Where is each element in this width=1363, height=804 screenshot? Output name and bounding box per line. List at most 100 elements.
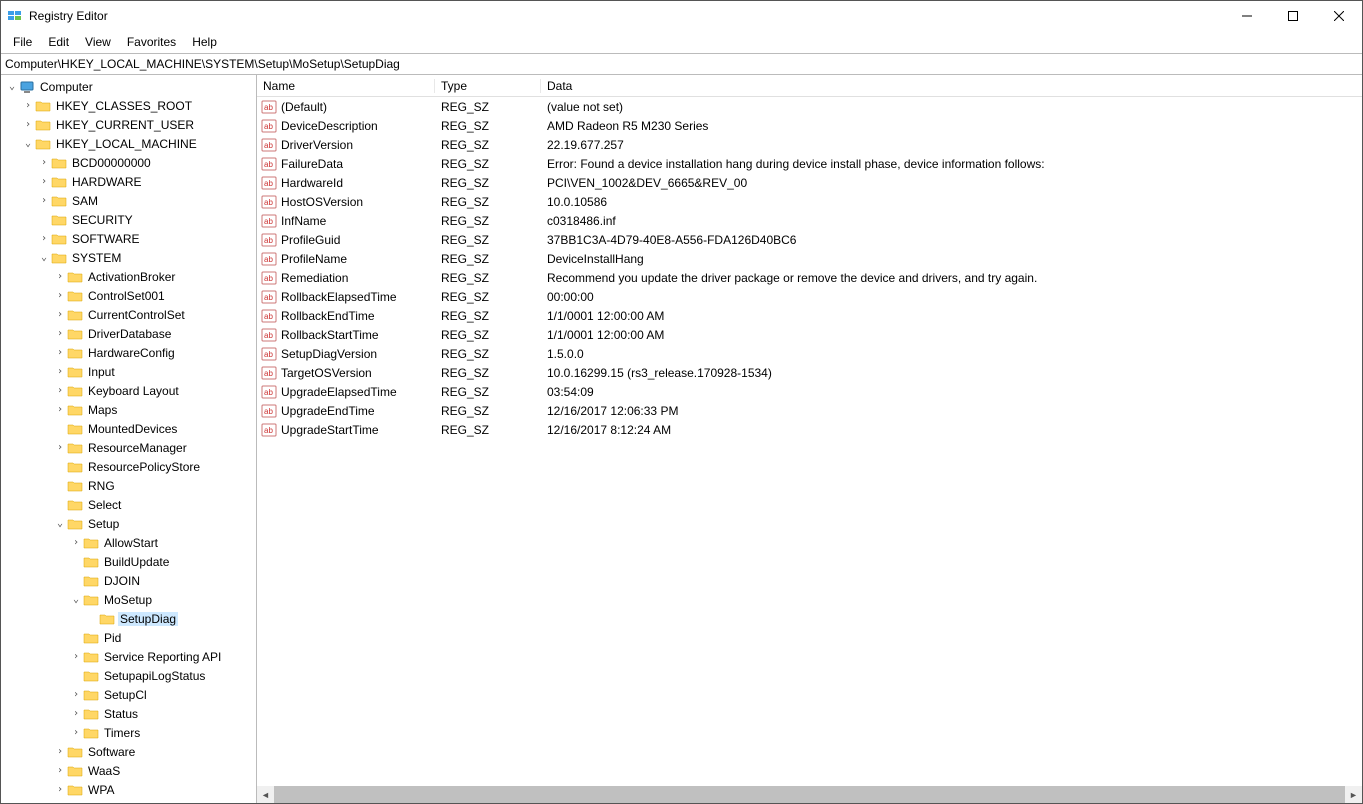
tree-item[interactable]: MountedDevices bbox=[1, 419, 256, 438]
tree-item[interactable]: ›BCD00000000 bbox=[1, 153, 256, 172]
expand-icon[interactable]: › bbox=[53, 271, 67, 282]
value-row[interactable]: abProfileGuidREG_SZ37BB1C3A-4D79-40E8-A5… bbox=[257, 230, 1362, 249]
menu-favorites[interactable]: Favorites bbox=[119, 33, 184, 51]
tree-item[interactable]: ›WPA bbox=[1, 780, 256, 799]
menu-file[interactable]: File bbox=[5, 33, 40, 51]
tree-item[interactable]: ›WaaS bbox=[1, 761, 256, 780]
tree-item[interactable]: ›ControlSet001 bbox=[1, 286, 256, 305]
tree-item[interactable]: ⌄MoSetup bbox=[1, 590, 256, 609]
expand-icon[interactable]: › bbox=[53, 404, 67, 415]
tree-item[interactable]: ›AllowStart bbox=[1, 533, 256, 552]
scrollbar-thumb[interactable] bbox=[274, 786, 1345, 803]
expand-icon[interactable]: › bbox=[53, 309, 67, 320]
expand-icon[interactable]: › bbox=[53, 746, 67, 757]
expand-icon[interactable]: › bbox=[69, 727, 83, 738]
tree-item[interactable]: ›ActivationBroker bbox=[1, 267, 256, 286]
value-row[interactable]: abUpgradeStartTimeREG_SZ12/16/2017 8:12:… bbox=[257, 420, 1362, 439]
column-header-type[interactable]: Type bbox=[435, 79, 541, 93]
menu-view[interactable]: View bbox=[77, 33, 119, 51]
value-row[interactable]: abDriverVersionREG_SZ22.19.677.257 bbox=[257, 135, 1362, 154]
expand-icon[interactable]: › bbox=[53, 290, 67, 301]
close-button[interactable] bbox=[1316, 1, 1362, 31]
tree-item[interactable]: BuildUpdate bbox=[1, 552, 256, 571]
tree-item[interactable]: ›Status bbox=[1, 704, 256, 723]
tree-item[interactable]: ›ResourceManager bbox=[1, 438, 256, 457]
tree-item[interactable]: SECURITY bbox=[1, 210, 256, 229]
tree-item[interactable]: ›Maps bbox=[1, 400, 256, 419]
address-bar[interactable]: Computer\HKEY_LOCAL_MACHINE\SYSTEM\Setup… bbox=[1, 53, 1362, 75]
column-header-data[interactable]: Data bbox=[541, 79, 1362, 93]
value-row[interactable]: abHostOSVersionREG_SZ10.0.10586 bbox=[257, 192, 1362, 211]
tree-item[interactable]: ›HKEY_CLASSES_ROOT bbox=[1, 96, 256, 115]
expand-icon[interactable]: › bbox=[53, 784, 67, 795]
maximize-button[interactable] bbox=[1270, 1, 1316, 31]
tree-item[interactable]: ›HKEY_CURRENT_USER bbox=[1, 115, 256, 134]
value-row[interactable]: abRollbackStartTimeREG_SZ1/1/0001 12:00:… bbox=[257, 325, 1362, 344]
expand-icon[interactable]: › bbox=[21, 100, 35, 111]
collapse-icon[interactable]: ⌄ bbox=[5, 81, 19, 92]
expand-icon[interactable]: › bbox=[37, 157, 51, 168]
collapse-icon[interactable]: ⌄ bbox=[69, 594, 83, 605]
tree-item[interactable]: DJOIN bbox=[1, 571, 256, 590]
tree-item[interactable]: ›SetupCl bbox=[1, 685, 256, 704]
value-row[interactable]: abTargetOSVersionREG_SZ10.0.16299.15 (rs… bbox=[257, 363, 1362, 382]
tree-item[interactable]: ⌄HKEY_LOCAL_MACHINE bbox=[1, 134, 256, 153]
tree-item[interactable]: SetupapiLogStatus bbox=[1, 666, 256, 685]
list-view[interactable]: ab(Default)REG_SZ(value not set)abDevice… bbox=[257, 97, 1362, 786]
tree-view[interactable]: ⌄Computer›HKEY_CLASSES_ROOT›HKEY_CURRENT… bbox=[1, 75, 256, 803]
expand-icon[interactable]: › bbox=[21, 119, 35, 130]
value-row[interactable]: abUpgradeEndTimeREG_SZ12/16/2017 12:06:3… bbox=[257, 401, 1362, 420]
value-row[interactable]: abRollbackElapsedTimeREG_SZ00:00:00 bbox=[257, 287, 1362, 306]
value-row[interactable]: abRemediationREG_SZRecommend you update … bbox=[257, 268, 1362, 287]
tree-item[interactable]: ›Service Reporting API bbox=[1, 647, 256, 666]
tree-item[interactable]: ›SOFTWARE bbox=[1, 229, 256, 248]
expand-icon[interactable]: › bbox=[53, 347, 67, 358]
menu-edit[interactable]: Edit bbox=[40, 33, 77, 51]
tree-item[interactable]: ›DriverDatabase bbox=[1, 324, 256, 343]
expand-icon[interactable]: › bbox=[69, 651, 83, 662]
expand-icon[interactable]: › bbox=[69, 537, 83, 548]
value-row[interactable]: abFailureDataREG_SZError: Found a device… bbox=[257, 154, 1362, 173]
expand-icon[interactable]: › bbox=[69, 689, 83, 700]
collapse-icon[interactable]: ⌄ bbox=[53, 518, 67, 529]
tree-item[interactable]: Select bbox=[1, 495, 256, 514]
expand-icon[interactable]: › bbox=[37, 233, 51, 244]
scroll-left-button[interactable]: ◄ bbox=[257, 786, 274, 803]
expand-icon[interactable]: › bbox=[37, 195, 51, 206]
column-header-name[interactable]: Name bbox=[257, 79, 435, 93]
tree-item[interactable]: ⌄SYSTEM bbox=[1, 248, 256, 267]
expand-icon[interactable]: › bbox=[53, 765, 67, 776]
value-row[interactable]: abRollbackEndTimeREG_SZ1/1/0001 12:00:00… bbox=[257, 306, 1362, 325]
tree-item[interactable]: RNG bbox=[1, 476, 256, 495]
tree-item[interactable]: ⌄Computer bbox=[1, 77, 256, 96]
expand-icon[interactable]: › bbox=[53, 328, 67, 339]
value-row[interactable]: abInfNameREG_SZc0318486.inf bbox=[257, 211, 1362, 230]
expand-icon[interactable]: › bbox=[53, 442, 67, 453]
tree-item[interactable]: ›HardwareConfig bbox=[1, 343, 256, 362]
tree-item[interactable]: ›HARDWARE bbox=[1, 172, 256, 191]
tree-item[interactable]: ⌄Setup bbox=[1, 514, 256, 533]
tree-item[interactable]: ›Software bbox=[1, 742, 256, 761]
expand-icon[interactable]: › bbox=[69, 708, 83, 719]
value-row[interactable]: abProfileNameREG_SZDeviceInstallHang bbox=[257, 249, 1362, 268]
tree-item[interactable]: ResourcePolicyStore bbox=[1, 457, 256, 476]
tree-item[interactable]: SetupDiag bbox=[1, 609, 256, 628]
tree-item[interactable]: ›Input bbox=[1, 362, 256, 381]
tree-item[interactable]: Pid bbox=[1, 628, 256, 647]
horizontal-scrollbar[interactable]: ◄ ► bbox=[257, 786, 1362, 803]
value-row[interactable]: abHardwareIdREG_SZPCI\VEN_1002&DEV_6665&… bbox=[257, 173, 1362, 192]
expand-icon[interactable]: › bbox=[53, 385, 67, 396]
tree-item[interactable]: ›Timers bbox=[1, 723, 256, 742]
tree-item[interactable]: ›Keyboard Layout bbox=[1, 381, 256, 400]
value-row[interactable]: ab(Default)REG_SZ(value not set) bbox=[257, 97, 1362, 116]
scroll-right-button[interactable]: ► bbox=[1345, 786, 1362, 803]
value-row[interactable]: abUpgradeElapsedTimeREG_SZ03:54:09 bbox=[257, 382, 1362, 401]
expand-icon[interactable]: › bbox=[53, 366, 67, 377]
minimize-button[interactable] bbox=[1224, 1, 1270, 31]
menu-help[interactable]: Help bbox=[184, 33, 225, 51]
tree-item[interactable]: ›HKEY_USERS bbox=[1, 799, 256, 803]
collapse-icon[interactable]: ⌄ bbox=[37, 252, 51, 263]
collapse-icon[interactable]: ⌄ bbox=[21, 138, 35, 149]
value-row[interactable]: abSetupDiagVersionREG_SZ1.5.0.0 bbox=[257, 344, 1362, 363]
value-row[interactable]: abDeviceDescriptionREG_SZAMD Radeon R5 M… bbox=[257, 116, 1362, 135]
